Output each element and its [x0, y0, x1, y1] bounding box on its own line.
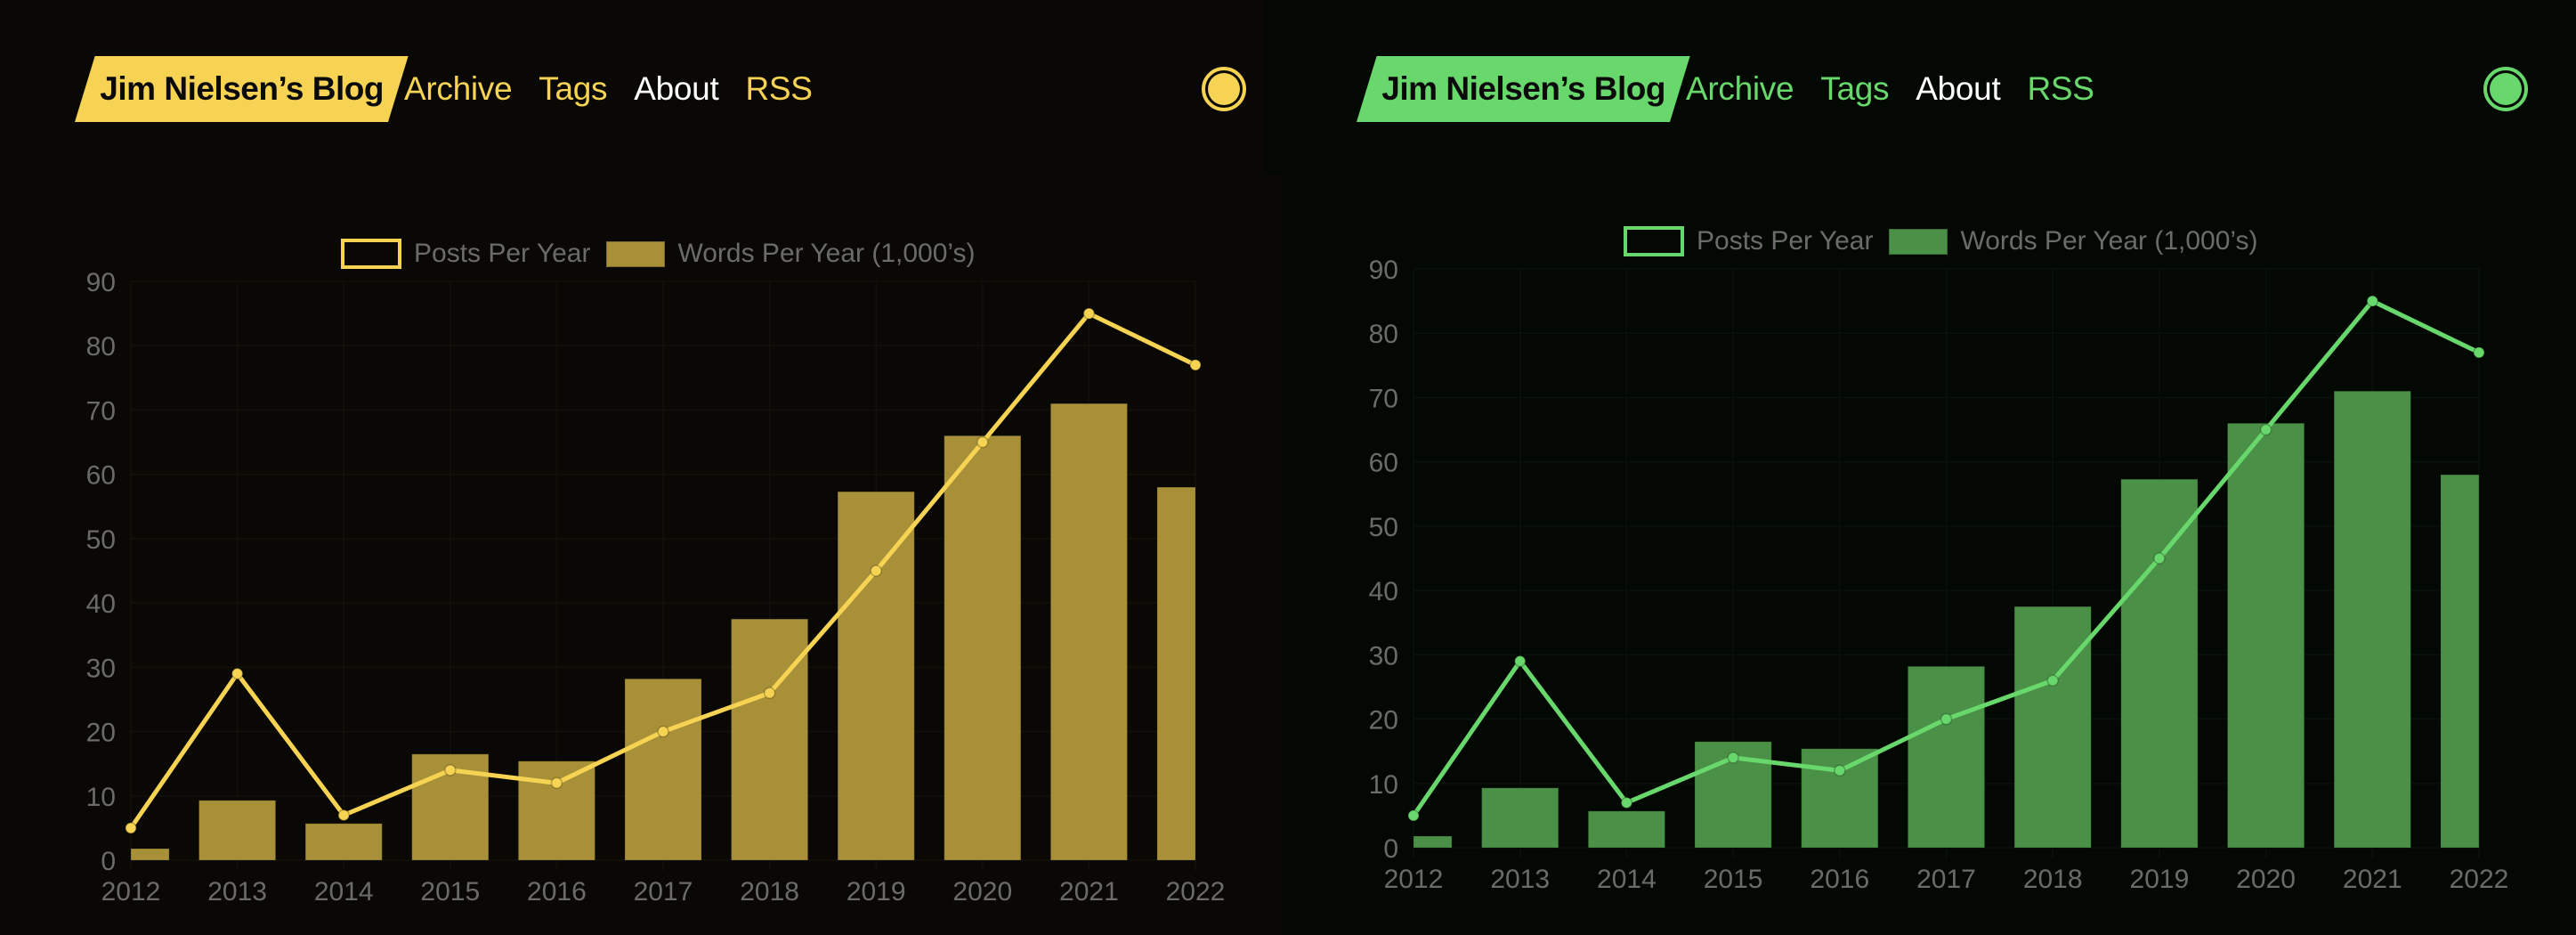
- point-2017: [1940, 712, 1953, 726]
- bar-2021: [2333, 390, 2411, 849]
- posts-words-chart: 0 10 20 30 40 50 60 70 80 90 2012 2013 2014 2015 2016 2…: [1369, 256, 2509, 894]
- point-2016: [1834, 764, 1846, 777]
- y-tick-label: 50: [86, 525, 116, 555]
- bar-2018: [2013, 606, 2092, 849]
- x-tick-label: 2021: [2343, 865, 2402, 894]
- y-tick-label: 40: [1369, 577, 1398, 606]
- point-2018: [2046, 674, 2059, 687]
- point-2022: [2473, 346, 2485, 359]
- point-2013: [231, 667, 244, 680]
- x-tick-label: 2019: [847, 877, 906, 907]
- y-tick-label: 20: [1369, 706, 1398, 736]
- x-tick-label: 2016: [527, 877, 587, 907]
- y-tick-label: 70: [1369, 384, 1398, 413]
- x-tick-label: 2018: [2023, 865, 2083, 894]
- x-tick-label: 2022: [1166, 877, 1226, 907]
- bar-2022: [2440, 474, 2480, 849]
- bar-2019: [2120, 478, 2199, 849]
- point-2019: [2153, 552, 2166, 565]
- panel-green-theme: Jim Nielsen’s Blog Archive Tags About RS…: [1264, 0, 2576, 935]
- bar-2016: [517, 760, 595, 861]
- panel-yellow-theme: Jim Nielsen’s Blog Archive Tags About RS…: [0, 0, 1282, 935]
- point-2020: [2259, 423, 2272, 436]
- x-tick-label: 2018: [740, 877, 799, 907]
- bar-2018: [731, 618, 809, 861]
- bar-2022: [1156, 486, 1196, 861]
- bar-2014: [304, 823, 383, 861]
- bar-2019: [837, 491, 915, 861]
- point-2014: [337, 809, 350, 822]
- y-tick-label: 60: [86, 461, 116, 491]
- y-tick-label: 40: [86, 589, 116, 619]
- point-2015: [444, 764, 457, 776]
- bar-2021: [1049, 402, 1128, 861]
- point-2022: [1189, 359, 1202, 371]
- x-tick-label: 2019: [2130, 865, 2190, 894]
- y-tick-label: 80: [1369, 320, 1398, 349]
- point-2018: [763, 687, 776, 699]
- bar-2013: [1481, 787, 1559, 849]
- y-tick-label: 20: [86, 719, 116, 748]
- y-tick-label: 80: [86, 332, 116, 362]
- x-tick-label: 2020: [2236, 865, 2296, 894]
- x-tick-label: 2015: [1704, 865, 1763, 894]
- point-2021: [1082, 307, 1096, 320]
- bar-2016: [1801, 748, 1879, 849]
- x-tick-label: 2012: [1384, 865, 1444, 894]
- y-tick-label: 0: [1383, 834, 1398, 864]
- x-tick-label: 2016: [1810, 865, 1869, 894]
- x-tick-label: 2014: [314, 877, 374, 907]
- bar-2012: [1413, 835, 1453, 849]
- y-tick-label: 10: [86, 783, 116, 812]
- bar-2017: [624, 678, 702, 861]
- x-tick-label: 2017: [634, 877, 693, 907]
- x-tick-label: 2013: [207, 877, 267, 907]
- bar-2017: [1907, 665, 1986, 849]
- posts-words-chart: 0 10 20 30 40 50 60 70 80 90 2012 2013 2014 2015 2016 2…: [86, 268, 1226, 907]
- x-tick-label: 2022: [2450, 865, 2509, 894]
- bar-2012: [130, 848, 170, 861]
- point-2021: [2366, 295, 2379, 307]
- y-tick-label: 30: [86, 654, 116, 683]
- bar-2013: [198, 800, 277, 861]
- x-tick-label: 2014: [1597, 865, 1657, 894]
- point-2012: [1407, 809, 1420, 822]
- y-tick-label: 0: [101, 847, 116, 876]
- point-2017: [657, 725, 669, 738]
- x-tick-label: 2012: [101, 877, 161, 907]
- y-tick-label: 30: [1369, 641, 1398, 671]
- point-2013: [1513, 654, 1527, 668]
- point-2012: [125, 822, 137, 834]
- y-tick-label: 70: [86, 396, 116, 426]
- point-2015: [1727, 752, 1739, 764]
- point-2019: [870, 565, 882, 577]
- x-tick-label: 2013: [1490, 865, 1550, 894]
- point-2020: [976, 435, 989, 449]
- y-tick-label: 60: [1369, 449, 1398, 478]
- x-tick-label: 2021: [1059, 877, 1119, 907]
- point-2014: [1620, 796, 1633, 809]
- bar-2020: [2227, 422, 2305, 849]
- bar-2020: [944, 435, 1022, 861]
- x-tick-label: 2015: [420, 877, 480, 907]
- y-tick-label: 90: [86, 268, 116, 297]
- y-tick-label: 50: [1369, 513, 1398, 542]
- y-tick-label: 90: [1369, 256, 1398, 285]
- point-2016: [550, 776, 563, 790]
- x-tick-label: 2017: [1916, 865, 1976, 894]
- y-tick-label: 10: [1369, 770, 1398, 800]
- bar-2014: [1587, 810, 1665, 849]
- x-tick-label: 2020: [952, 877, 1012, 907]
